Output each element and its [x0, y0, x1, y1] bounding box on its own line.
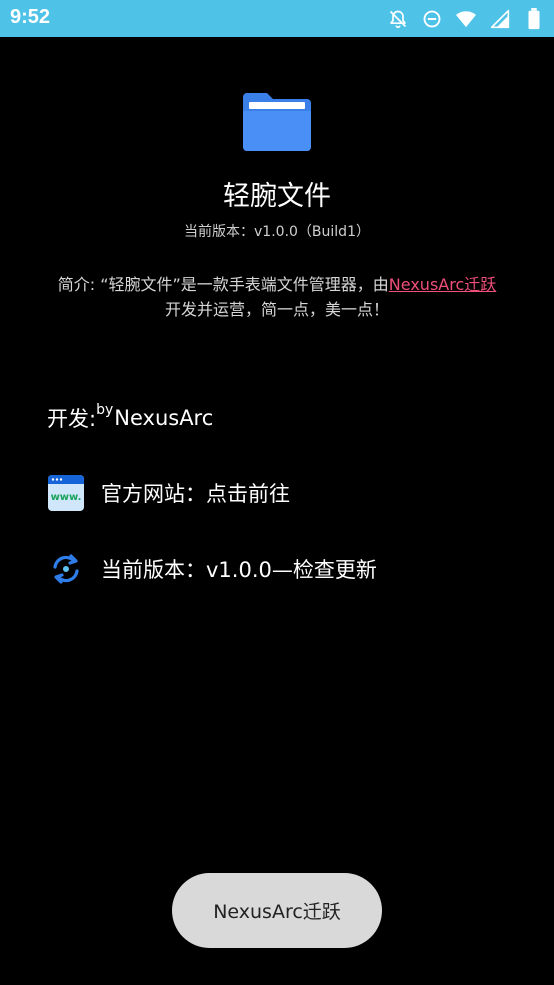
- battery-icon: [522, 7, 546, 31]
- do-not-disturb-icon: [420, 7, 444, 31]
- refresh-icon: [47, 550, 85, 588]
- notifications-off-icon: [386, 7, 410, 31]
- cellular-signal-icon: [488, 7, 512, 31]
- developer-row: 开发: by NexusArc: [47, 402, 214, 433]
- intro-text: 简介: “轻腕文件”是一款手表端文件管理器，由NexusArc迁跃 开发并运营，简…: [20, 272, 534, 322]
- check-update-link[interactable]: 当前版本：v1.0.0—检查更新: [101, 554, 377, 584]
- toast-message: NexusArc迁跃: [172, 873, 382, 948]
- status-bar: 9:52: [0, 0, 554, 37]
- www-icon: www.: [47, 474, 85, 512]
- app-version: 当前版本：v1.0.0（Build1）: [184, 224, 370, 240]
- developer-by: by: [96, 402, 114, 418]
- website-link[interactable]: 官方网站：点击前往: [101, 478, 290, 508]
- website-row[interactable]: www. 官方网站：点击前往: [47, 474, 290, 512]
- developer-name: NexusArc: [114, 406, 214, 430]
- intro-prefix: 简介: “轻腕文件”是一款手表端文件管理器，由: [57, 275, 389, 294]
- wifi-icon: [454, 7, 478, 31]
- status-icons: [376, 7, 546, 31]
- app-title: 轻腕文件: [223, 181, 331, 212]
- svg-text:www.: www.: [51, 492, 82, 503]
- status-time: 9:52: [10, 6, 51, 28]
- folder-icon: [241, 91, 313, 153]
- intro-suffix: 开发并运营，简一点，美一点！: [164, 300, 389, 319]
- developer-link[interactable]: NexusArc迁跃: [389, 275, 496, 294]
- developer-label: 开发:: [47, 407, 97, 431]
- update-row[interactable]: 当前版本：v1.0.0—检查更新: [47, 550, 377, 588]
